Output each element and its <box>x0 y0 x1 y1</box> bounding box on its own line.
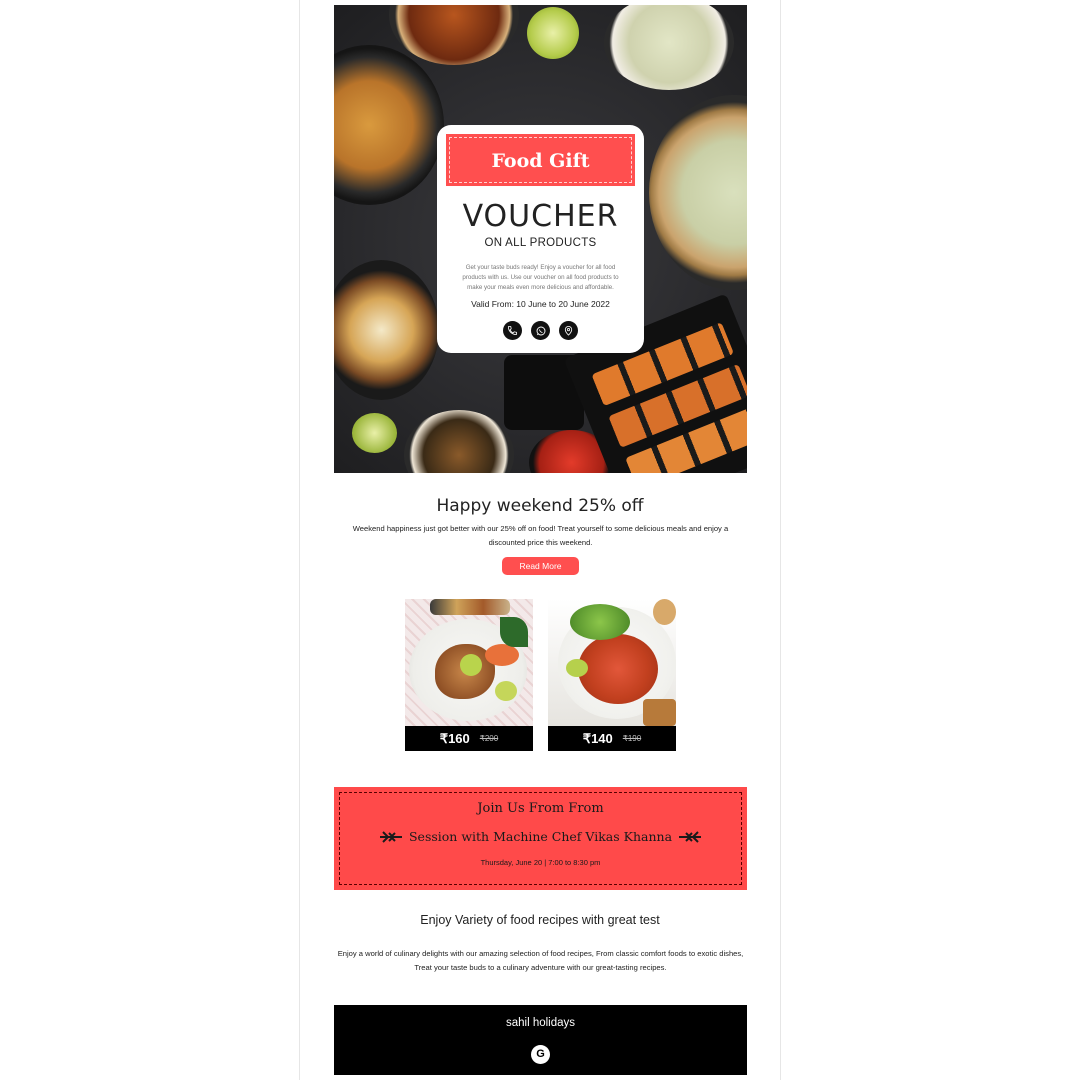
google-icon[interactable]: G <box>531 1045 550 1064</box>
old-price: ₹200 <box>479 734 499 743</box>
voucher-description: Get your taste buds ready! Enjoy a vouch… <box>462 264 619 291</box>
email-page: Food Gift VOUCHER ON ALL PRODUCTS Get yo… <box>299 0 781 1080</box>
voucher-subtitle: ON ALL PRODUCTS <box>484 237 597 249</box>
hero-banner: Food Gift VOUCHER ON ALL PRODUCTS Get yo… <box>334 5 747 473</box>
left-flourish-icon <box>379 830 402 843</box>
voucher-validity: Valid From: 10 June to 20 June 2022 <box>471 299 610 309</box>
right-flourish-icon <box>679 830 702 843</box>
dumpling-plate-image <box>604 5 734 90</box>
contact-icons <box>437 321 644 340</box>
phone-icon[interactable] <box>503 321 522 340</box>
lime-image <box>527 7 579 59</box>
product-card[interactable]: ₹160 ₹200 <box>405 599 533 751</box>
voucher-card: Food Gift VOUCHER ON ALL PRODUCTS Get yo… <box>437 125 644 353</box>
price-bar: ₹160 ₹200 <box>405 726 533 751</box>
offer-text: Weekend happiness just got better with o… <box>352 524 729 547</box>
food-gift-ribbon: Food Gift <box>446 134 635 186</box>
noodle-bowl-image <box>334 45 444 205</box>
price-bar: ₹140 ₹190 <box>548 726 676 751</box>
dim-sum-steamer-image <box>649 95 747 290</box>
brand-name: sahil holidays <box>505 1017 576 1029</box>
ramen-bowl-image <box>334 260 439 400</box>
ribbon-text: Food Gift <box>491 150 590 172</box>
side-bowl-image <box>404 410 514 473</box>
event-heading: Join Us From From <box>477 801 604 816</box>
lime-wedge-image <box>352 413 397 453</box>
event-banner: Join Us From From Session with Machine C… <box>334 787 747 890</box>
offer-heading: Happy weekend 25% off <box>436 496 644 516</box>
product-card[interactable]: ₹140 ₹190 <box>548 599 676 751</box>
footer: sahil holidays G <box>334 1005 747 1075</box>
event-datetime: Thursday, June 20 | 7:00 to 8:30 pm <box>480 858 601 867</box>
read-more-button[interactable]: Read More <box>502 557 579 575</box>
old-price: ₹190 <box>622 734 642 743</box>
recipes-heading: Enjoy Variety of food recipes with great… <box>420 913 660 927</box>
pad-thai-image <box>548 599 676 726</box>
grilled-chicken-image <box>405 599 533 726</box>
recipes-text: Enjoy a world of culinary delights with … <box>337 949 744 972</box>
event-session-title: Session with Machine Chef Vikas Khanna <box>408 829 673 844</box>
event-session-line: Session with Machine Chef Vikas Khanna <box>334 829 747 844</box>
voucher-title: VOUCHER <box>462 199 619 234</box>
location-pin-icon[interactable] <box>559 321 578 340</box>
current-price: ₹160 <box>439 730 470 746</box>
current-price: ₹140 <box>582 730 613 746</box>
whatsapp-icon[interactable] <box>531 321 550 340</box>
